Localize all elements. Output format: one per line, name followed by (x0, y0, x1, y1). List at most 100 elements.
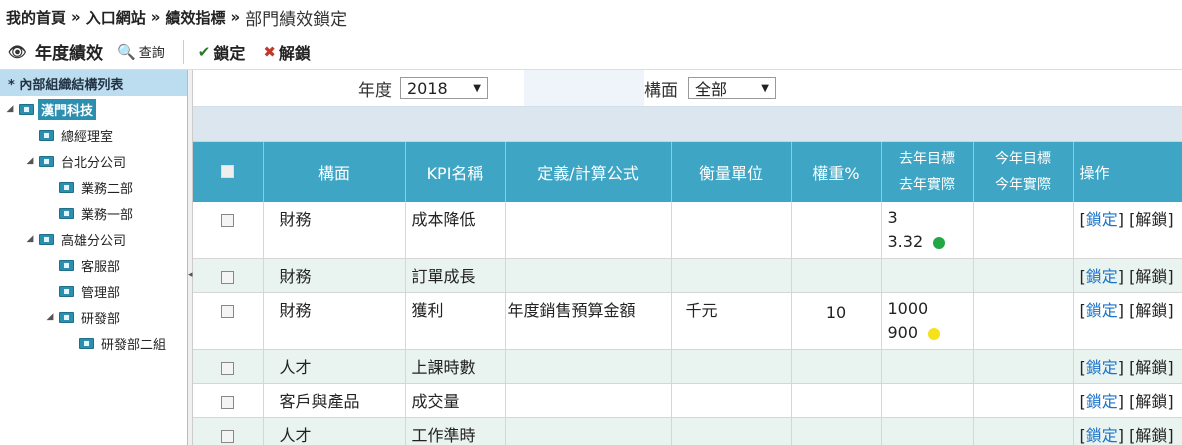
lock-link[interactable]: 鎖定 (1086, 426, 1118, 445)
tree-node[interactable]: ◢研發部二組 (0, 330, 187, 356)
dimension-select[interactable]: 全部 ▼ (688, 77, 776, 99)
collapse-arrow-icon[interactable]: ◂ (188, 270, 193, 280)
org-unit-icon (59, 259, 74, 271)
cell-last-year: 3 3.32 (881, 202, 974, 259)
bracket: ] (1117, 392, 1125, 411)
org-unit-icon (59, 181, 74, 193)
tree-node[interactable]: ◢管理部 (0, 278, 187, 304)
lock-link[interactable]: 鎖定 (1086, 267, 1118, 286)
tree-node-label[interactable]: 客服部 (78, 255, 123, 276)
cell-dimension: 財務 (263, 292, 406, 350)
tree-node[interactable]: ◢客服部 (0, 252, 187, 278)
org-unit-icon (59, 285, 74, 297)
breadcrumb-separator: » (150, 8, 161, 26)
search-button[interactable]: 🔍 查詢 (117, 42, 165, 62)
unlock-link[interactable]: 解鎖 (1135, 392, 1167, 411)
cell-last-actual: 900 (887, 323, 919, 342)
cell-kpi: 獲利 (405, 292, 506, 350)
col-unit: 衡量單位 (671, 142, 792, 202)
breadcrumb-separator: » (71, 8, 81, 26)
tree-node[interactable]: ◢業務一部 (0, 200, 187, 226)
cell-kpi: 工作準時 (405, 417, 506, 445)
tree-node[interactable]: ◢ 研發部 (0, 304, 187, 330)
toolbar: 👁 年度績效 🔍 查詢 ✔ 鎖定 ✖ 解鎖 (0, 34, 1182, 70)
unlock-link[interactable]: 解鎖 (1135, 210, 1167, 229)
cell-unit: 千元 (671, 292, 792, 350)
tree-node[interactable]: ◢總經理室 (0, 122, 187, 148)
unlock-link[interactable]: 解鎖 (1135, 358, 1167, 377)
toolbar-divider (182, 39, 184, 64)
org-unit-icon (79, 337, 94, 349)
cell-unit (671, 383, 792, 418)
tree-node-label[interactable]: 研發部 (78, 307, 123, 328)
org-tree: ◢漢門科技◢總經理室◢台北分公司◢業務二部◢業務一部◢高雄分公司◢客服部◢管理部… (0, 96, 187, 356)
bracket: ] (1167, 426, 1174, 445)
select-all-checkbox[interactable] (221, 164, 235, 178)
year-select-value: 2018 (407, 78, 448, 98)
sub-toolbar (193, 107, 1182, 142)
col-definition: 定義/計算公式 (505, 142, 672, 202)
lock-link[interactable]: 鎖定 (1086, 392, 1118, 411)
cell-last-year (881, 417, 974, 445)
tree-node[interactable]: ◢ 台北分公司 (0, 148, 187, 174)
cell-this-year (973, 258, 1074, 293)
table-row: 財務 獲利 年度銷售預算金額 千元 10 1000 900 [鎖定] [解鎖] (193, 292, 1182, 350)
org-unit-icon (19, 103, 34, 115)
row-select-cell (193, 258, 264, 293)
unlock-link[interactable]: 解鎖 (1135, 267, 1167, 286)
cell-weight (791, 417, 882, 445)
lock-link[interactable]: 鎖定 (1086, 301, 1118, 320)
row-checkbox[interactable] (221, 396, 235, 409)
cell-dimension: 財務 (263, 258, 406, 293)
tree-node[interactable]: ◢業務二部 (0, 174, 187, 200)
cell-definition: 年度銷售預算金額 (505, 292, 672, 350)
row-select-cell (193, 383, 264, 418)
cell-last-actual-wrap: 900 (888, 321, 967, 345)
tree-node[interactable]: ◢ 高雄分公司 (0, 226, 187, 252)
lock-button[interactable]: ✔ 鎖定 (198, 40, 246, 64)
year-label: 年度 (358, 80, 392, 101)
tree-node-label[interactable]: 業務二部 (78, 177, 136, 198)
lock-link[interactable]: 鎖定 (1086, 210, 1118, 229)
unlock-link[interactable]: 解鎖 (1135, 301, 1167, 320)
tree-node-label[interactable]: 管理部 (78, 281, 123, 302)
cell-dimension: 人才 (263, 417, 406, 445)
bracket: ] (1117, 301, 1125, 320)
tree-node-label[interactable]: 業務一部 (78, 203, 136, 224)
breadcrumb-home[interactable]: 我的首頁 (6, 7, 66, 28)
cell-last-actual: 3.32 (887, 232, 924, 251)
row-checkbox[interactable] (221, 271, 235, 284)
lock-link[interactable]: 鎖定 (1086, 358, 1118, 377)
expand-toggle-icon[interactable]: ◢ (24, 234, 36, 244)
row-select-cell (193, 292, 264, 350)
tree-node[interactable]: ◢ 漢門科技 (0, 96, 187, 122)
expand-toggle-icon[interactable]: ◢ (4, 104, 16, 114)
cell-dimension: 客戶與產品 (263, 383, 406, 418)
tree-node-label[interactable]: 總經理室 (58, 125, 116, 146)
col-dimension: 構面 (263, 142, 406, 202)
row-checkbox[interactable] (221, 305, 235, 318)
breadcrumb-portal[interactable]: 入口網站 (86, 7, 146, 28)
breadcrumb-kpi[interactable]: 績效指標 (165, 7, 225, 28)
org-unit-icon (39, 155, 54, 167)
tree-node-label[interactable]: 台北分公司 (58, 151, 129, 172)
bracket: ] (1167, 392, 1174, 411)
tree-node-label[interactable]: 漢門科技 (38, 98, 97, 120)
cell-unit (671, 202, 792, 259)
unlock-button[interactable]: ✖ 解鎖 (263, 40, 311, 64)
cell-last-actual-wrap: 3.32 (888, 230, 967, 254)
unlock-link[interactable]: 解鎖 (1135, 426, 1167, 445)
col-this-year: 今年目標 今年實際 (973, 142, 1074, 202)
row-checkbox[interactable] (221, 214, 235, 227)
row-checkbox[interactable] (221, 362, 235, 375)
main-panel: 年度 2018 ▼ 構面 全部 ▼ 構面 KPI名稱 定義/計算公式 衡量單位 … (193, 70, 1182, 445)
expand-toggle-icon[interactable]: ◢ (24, 156, 36, 166)
year-select[interactable]: 2018 ▼ (400, 77, 488, 99)
tree-node-label[interactable]: 高雄分公司 (58, 229, 129, 250)
cell-ops: [鎖定] [解鎖] (1073, 292, 1182, 350)
expand-toggle-icon[interactable]: ◢ (44, 312, 56, 322)
row-checkbox[interactable] (221, 430, 235, 443)
cell-definition (505, 349, 672, 384)
cell-kpi: 訂單成長 (405, 258, 506, 293)
tree-node-label[interactable]: 研發部二組 (98, 333, 169, 354)
